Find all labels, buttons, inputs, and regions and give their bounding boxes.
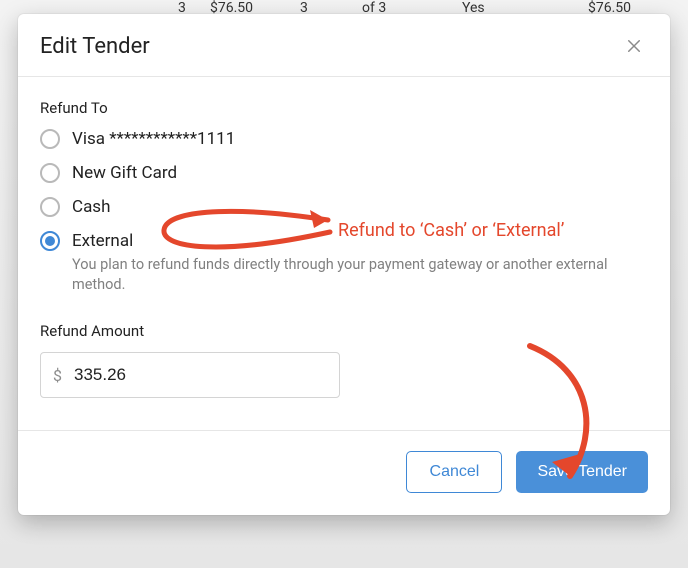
refund-to-label: Refund To bbox=[40, 99, 648, 117]
radio-label: External bbox=[72, 231, 133, 251]
edit-tender-dialog: Edit Tender Refund To Visa ************1… bbox=[18, 14, 670, 515]
radio-icon bbox=[40, 129, 60, 149]
dialog-header: Edit Tender bbox=[18, 14, 670, 77]
dialog-title: Edit Tender bbox=[40, 34, 150, 59]
external-helper-text: You plan to refund funds directly throug… bbox=[72, 255, 648, 294]
cancel-button[interactable]: Cancel bbox=[406, 451, 502, 493]
refund-option-external[interactable]: External bbox=[40, 231, 648, 251]
currency-icon: $ bbox=[53, 366, 62, 385]
refund-option-visa[interactable]: Visa ************1111 bbox=[40, 129, 648, 149]
radio-icon bbox=[40, 197, 60, 217]
refund-option-gift-card[interactable]: New Gift Card bbox=[40, 163, 648, 183]
refund-to-radio-group: Visa ************1111 New Gift Card Cash… bbox=[40, 129, 648, 251]
radio-label: Cash bbox=[72, 197, 110, 217]
refund-amount-block: Refund Amount $ bbox=[40, 322, 648, 398]
dialog-body: Refund To Visa ************1111 New Gift… bbox=[18, 77, 670, 406]
radio-icon bbox=[40, 231, 60, 251]
close-icon bbox=[625, 37, 643, 55]
refund-option-cash[interactable]: Cash bbox=[40, 197, 648, 217]
refund-amount-label: Refund Amount bbox=[40, 322, 648, 340]
refund-amount-input[interactable] bbox=[74, 365, 327, 385]
radio-label: Visa ************1111 bbox=[72, 129, 235, 149]
refund-amount-input-wrap[interactable]: $ bbox=[40, 352, 340, 398]
radio-icon bbox=[40, 163, 60, 183]
dialog-footer: Cancel Save Tender bbox=[18, 430, 670, 515]
save-tender-button[interactable]: Save Tender bbox=[516, 451, 648, 493]
bg-row: 3 $76.50 3 of 3 Yes $76.50 bbox=[0, 0, 688, 14]
close-button[interactable] bbox=[620, 32, 648, 60]
radio-label: New Gift Card bbox=[72, 163, 177, 183]
